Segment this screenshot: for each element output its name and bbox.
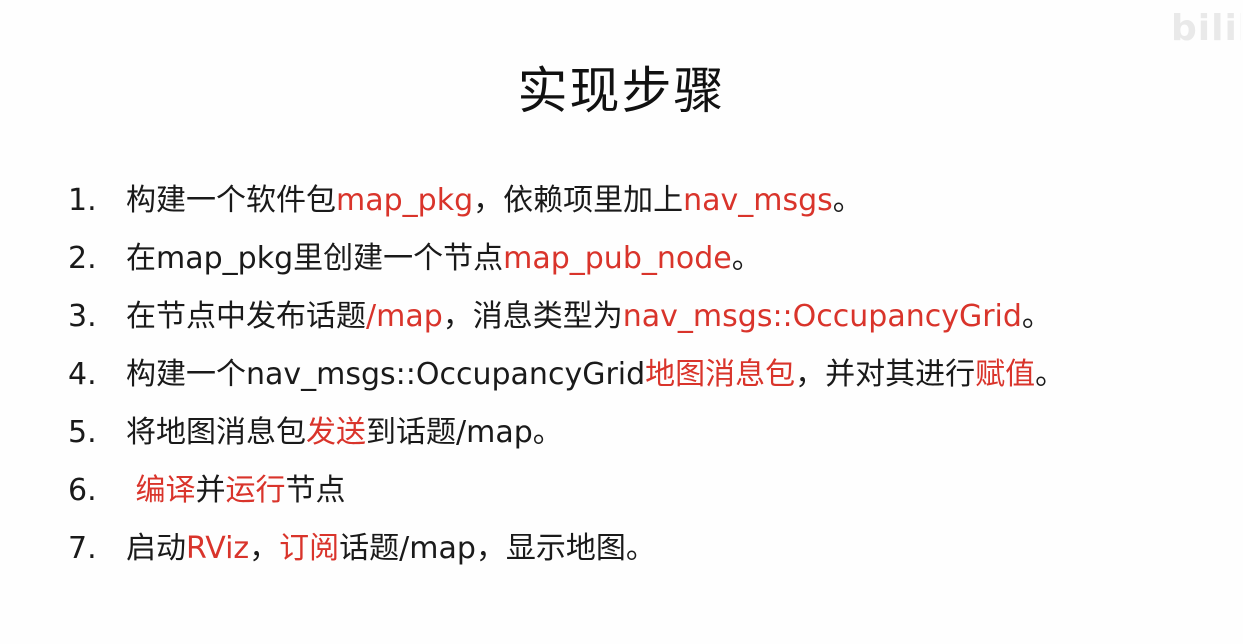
step-item: 5. 将地图消息包发送到话题/map。 [68, 404, 1238, 462]
step-highlight-text: map_pkg [336, 183, 474, 218]
step-text: 启动 [126, 531, 186, 566]
step-text: 并 [195, 473, 226, 508]
step-text: 构建一个nav_msgs::OccupancyGrid [126, 357, 646, 392]
step-highlight-text: map_pub_node [503, 241, 732, 276]
step-number: 5. [68, 415, 97, 450]
step-item: 7. 启动RViz，订阅话题/map，显示地图。 [68, 520, 1238, 578]
step-number: 3. [68, 299, 97, 334]
page-title: 实现步骤 [517, 62, 726, 120]
step-highlight-text: 运行 [225, 473, 286, 508]
step-text: 。 [1035, 357, 1066, 392]
step-highlight-text: /map [366, 299, 443, 334]
step-text: 话题/map，显示地图。 [339, 531, 656, 566]
step-text: 将地图消息包 [126, 415, 306, 450]
step-highlight-text: 订阅 [279, 531, 340, 566]
step-text: 。 [731, 241, 762, 276]
step-text: ，消息类型为 [442, 299, 623, 334]
step-highlight-text: 发送 [306, 415, 366, 450]
step-highlight-text: RViz [186, 531, 250, 566]
step-item: 1. 构建一个软件包map_pkg，依赖项里加上nav_msgs。 [68, 172, 1238, 230]
step-text: 。 [832, 183, 863, 218]
step-text: 。 [1021, 299, 1052, 334]
step-highlight-text: nav_msgs::OccupancyGrid [622, 299, 1022, 334]
step-number: 7. [68, 531, 97, 566]
steps-list: 1. 构建一个软件包map_pkg，依赖项里加上nav_msgs。 2. 在map_p… [68, 172, 1238, 578]
step-number: 2. [68, 241, 97, 276]
step-text: 节点 [285, 473, 346, 508]
step-highlight-text: 编译 [135, 473, 196, 508]
step-text: ，依赖项里加上 [473, 183, 684, 218]
step-highlight-text: 地图消息包 [645, 357, 796, 392]
step-number: 4. [68, 357, 97, 392]
step-item: 2. 在map_pkg里创建一个节点map_pub_node。 [68, 230, 1238, 288]
slide: bilibili 实现步骤 1.构建一个软件包map_pkg，依赖项里加上nav… [0, 0, 1243, 644]
step-highlight-text: nav_msgs [683, 183, 833, 218]
step-number: 1. [68, 183, 97, 218]
step-highlight-text: 赋值 [975, 357, 1036, 392]
step-text [126, 473, 136, 508]
step-item: 4. 构建一个nav_msgs::OccupancyGrid地图消息包，并对其进行… [68, 346, 1238, 404]
step-text: ，并对其进行 [795, 357, 976, 392]
step-text: 在节点中发布话题 [126, 299, 366, 334]
step-number: 6. [68, 473, 97, 508]
bilibili-watermark: bilibili [1171, 8, 1241, 49]
step-text: ， [249, 531, 280, 566]
step-text: 到话题/map。 [366, 415, 563, 450]
step-text: 在map_pkg里创建一个节点 [126, 241, 504, 276]
step-item: 6. 编译并运行节点 [68, 462, 1238, 520]
step-item: 3. 在节点中发布话题/map，消息类型为nav_msgs::OccupancyG… [68, 288, 1238, 346]
step-text: 构建一个软件包 [126, 183, 336, 218]
